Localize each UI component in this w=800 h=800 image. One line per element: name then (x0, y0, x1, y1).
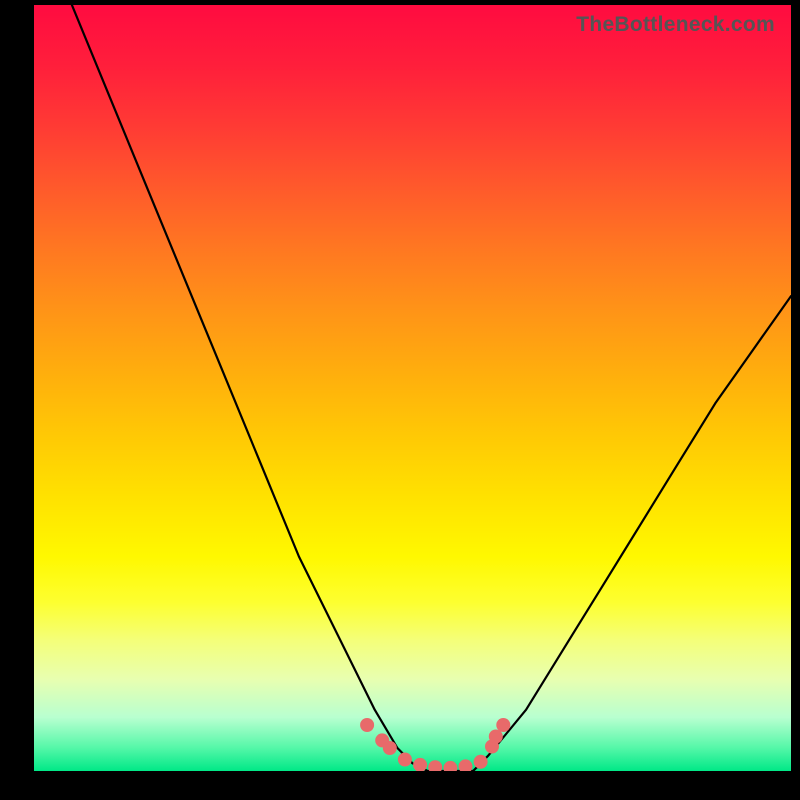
watermark-text: TheBottleneck.com (576, 13, 775, 37)
anomaly-point (383, 741, 397, 755)
marker-group (360, 718, 510, 771)
anomaly-point (485, 740, 499, 754)
anomaly-point (474, 755, 488, 769)
anomaly-point (413, 758, 427, 771)
anomaly-point (375, 733, 389, 747)
anomaly-point (360, 718, 374, 732)
anomaly-point (489, 730, 503, 744)
anomaly-point (459, 759, 473, 771)
plot-area: TheBottleneck.com (34, 5, 791, 771)
curve-layer (34, 5, 791, 771)
anomaly-point (443, 761, 457, 771)
anomaly-point (428, 760, 442, 771)
chart-container: TheBottleneck.com (0, 0, 800, 800)
anomaly-point (496, 718, 510, 732)
bottleneck-curve (72, 5, 791, 771)
anomaly-point (398, 753, 412, 767)
